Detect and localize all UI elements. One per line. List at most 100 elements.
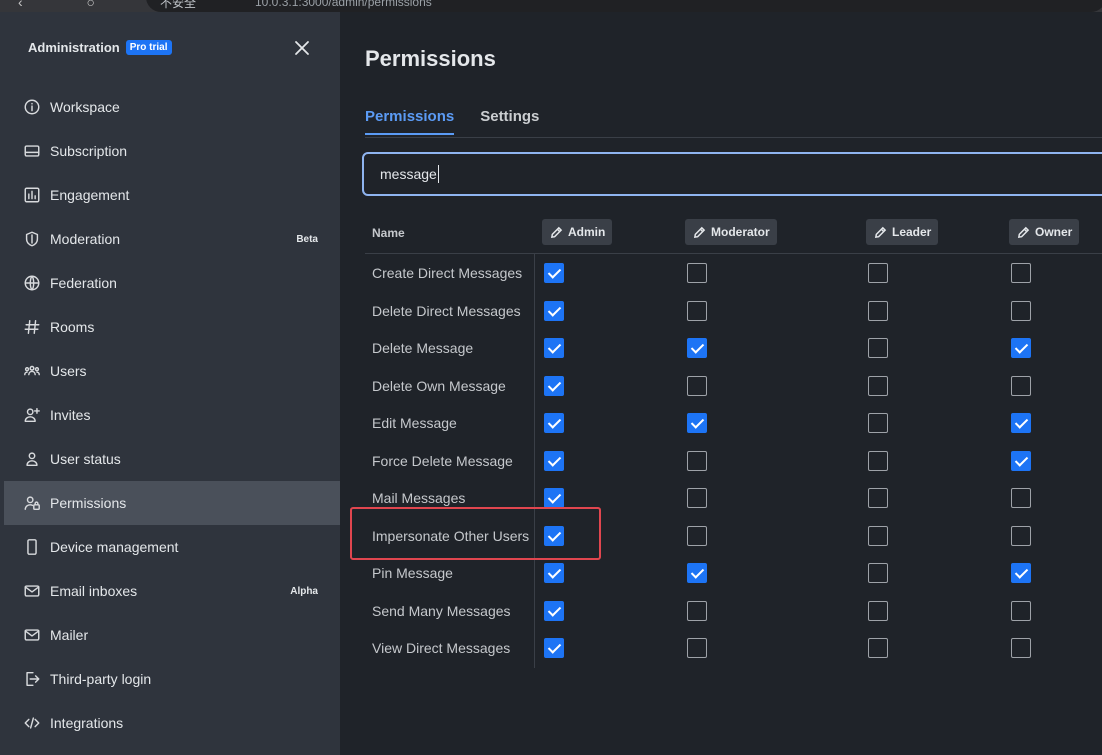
permission-checkbox-admin[interactable]	[544, 263, 564, 283]
sidebar-item-device-management[interactable]: Device management	[4, 525, 340, 569]
sidebar-title: Administration	[28, 40, 120, 55]
shield-icon	[22, 229, 42, 249]
permission-checkbox-owner[interactable]	[1011, 375, 1031, 396]
sidebar-item-engagement[interactable]: Engagement	[4, 173, 340, 217]
permission-checkbox-leader[interactable]	[868, 563, 888, 583]
security-label: 不安全	[160, 0, 197, 10]
sidebar-item-third-party-login[interactable]: Third-party login	[4, 657, 340, 701]
sidebar-item-label: Moderation	[50, 231, 121, 247]
role-header-leader[interactable]: Leader	[866, 219, 939, 245]
permission-checkbox-moderator[interactable]	[687, 338, 707, 358]
permission-checkbox-admin[interactable]	[544, 450, 564, 471]
name-column-header: Name	[372, 226, 405, 240]
permission-checkbox-admin[interactable]	[544, 338, 564, 358]
sidebar-item-label: Invites	[50, 407, 91, 423]
sidebar-item-permissions[interactable]: Permissions	[4, 481, 340, 525]
permission-checkbox-moderator[interactable]	[687, 300, 707, 321]
permission-checkbox-moderator[interactable]	[687, 450, 707, 471]
page-title: Permissions	[365, 46, 496, 71]
chart-icon	[22, 185, 42, 205]
permission-checkbox-admin[interactable]	[544, 638, 564, 658]
browser-toolbar: ‹ ○ ⊞ 不安全 10.0.3.1:3000/admin/permission…	[0, 0, 1102, 12]
permission-checkbox-leader[interactable]	[868, 525, 888, 546]
permission-checkbox-owner[interactable]	[1011, 450, 1031, 471]
permission-checkbox-admin[interactable]	[544, 488, 564, 508]
permission-name: Edit Message	[372, 415, 457, 431]
table-row: Mail Messages	[340, 480, 1102, 517]
sidebar-item-label: Mailer	[50, 627, 89, 643]
role-header-admin[interactable]: Admin	[542, 219, 613, 245]
permission-checkbox-admin[interactable]	[544, 413, 564, 433]
permission-checkbox-moderator[interactable]	[687, 375, 707, 396]
sidebar-item-label: Device management	[50, 539, 179, 555]
permission-checkbox-moderator[interactable]	[687, 263, 707, 283]
url-text[interactable]: 10.0.3.1:3000/admin/permissions	[255, 0, 432, 9]
sidebar-item-rooms[interactable]: Rooms	[4, 305, 340, 349]
sidebar-item-subscription[interactable]: Subscription	[4, 129, 340, 173]
permission-checkbox-admin[interactable]	[544, 300, 564, 321]
permission-checkbox-admin[interactable]	[544, 375, 564, 396]
permission-checkbox-leader[interactable]	[868, 300, 888, 321]
permission-checkbox-moderator[interactable]	[687, 563, 707, 583]
permission-checkbox-leader[interactable]	[868, 600, 888, 621]
permission-checkbox-moderator[interactable]	[687, 488, 707, 508]
sidebar-item-users[interactable]: Users	[4, 349, 340, 393]
permission-checkbox-moderator[interactable]	[687, 525, 707, 546]
permission-name: Force Delete Message	[372, 452, 513, 469]
sidebar-item-mailer[interactable]: Mailer	[4, 613, 340, 657]
role-header-owner[interactable]: Owner	[1009, 219, 1080, 245]
permission-name: Mail Messages	[372, 490, 466, 506]
permission-checkbox-admin[interactable]	[544, 563, 564, 583]
team-icon	[22, 361, 42, 381]
mail-icon	[22, 581, 42, 601]
table-row: Send Many Messages	[340, 593, 1102, 630]
search-input[interactable]: message	[362, 152, 1102, 196]
sidebar-item-email-inboxes[interactable]: Email inboxes Alpha	[4, 569, 340, 613]
permission-checkbox-leader[interactable]	[868, 638, 888, 658]
tab-permissions[interactable]: Permissions	[365, 108, 455, 135]
permission-checkbox-owner[interactable]	[1011, 263, 1031, 283]
close-sidebar-button[interactable]	[292, 38, 312, 58]
permission-checkbox-leader[interactable]	[868, 488, 888, 508]
hash-icon	[22, 317, 42, 337]
close-icon	[295, 41, 309, 55]
permission-checkbox-moderator[interactable]	[687, 600, 707, 621]
sidebar-item-federation[interactable]: Federation	[4, 261, 340, 305]
permission-checkbox-owner[interactable]	[1011, 300, 1031, 321]
permission-checkbox-leader[interactable]	[868, 413, 888, 433]
sidebar-item-workspace[interactable]: Workspace	[4, 85, 340, 129]
role-header-label: Moderator	[711, 225, 770, 239]
permission-checkbox-owner[interactable]	[1011, 338, 1031, 358]
table-header-divider	[365, 253, 1102, 254]
permission-checkbox-leader[interactable]	[868, 338, 888, 358]
role-header-moderator[interactable]: Moderator	[685, 219, 777, 245]
sidebar-item-moderation[interactable]: Moderation Beta	[4, 217, 340, 261]
permission-name: View Direct Messages	[372, 640, 511, 656]
user-plus-icon	[22, 405, 42, 425]
permission-checkbox-owner[interactable]	[1011, 525, 1031, 546]
card-icon	[22, 141, 42, 161]
permission-checkbox-admin[interactable]	[544, 525, 564, 546]
sidebar-item-user-status[interactable]: User status	[4, 437, 340, 481]
permission-checkbox-admin[interactable]	[544, 600, 564, 621]
permission-name: Pin Message	[372, 565, 453, 581]
tab-settings[interactable]: Settings	[480, 108, 539, 135]
permission-checkbox-owner[interactable]	[1011, 600, 1031, 621]
permission-checkbox-leader[interactable]	[868, 450, 888, 471]
permission-checkbox-owner[interactable]	[1011, 563, 1031, 583]
permission-checkbox-owner[interactable]	[1011, 638, 1031, 658]
sidebar-item-invites[interactable]: Invites	[4, 393, 340, 437]
table-row: Pin Message	[340, 555, 1102, 592]
role-header-label: Owner	[1035, 225, 1073, 239]
sidebar-item-label: Workspace	[50, 99, 120, 115]
permission-checkbox-leader[interactable]	[868, 375, 888, 396]
permission-checkbox-moderator[interactable]	[687, 413, 707, 433]
permission-checkbox-leader[interactable]	[868, 263, 888, 283]
sidebar-item-integrations[interactable]: Integrations	[4, 701, 340, 745]
permission-checkbox-owner[interactable]	[1011, 413, 1031, 433]
role-header-label: Leader	[892, 225, 932, 239]
permission-checkbox-moderator[interactable]	[687, 638, 707, 658]
permission-name: Impersonate Other Users	[372, 527, 530, 544]
permission-checkbox-owner[interactable]	[1011, 488, 1031, 508]
globe-icon	[22, 273, 42, 293]
